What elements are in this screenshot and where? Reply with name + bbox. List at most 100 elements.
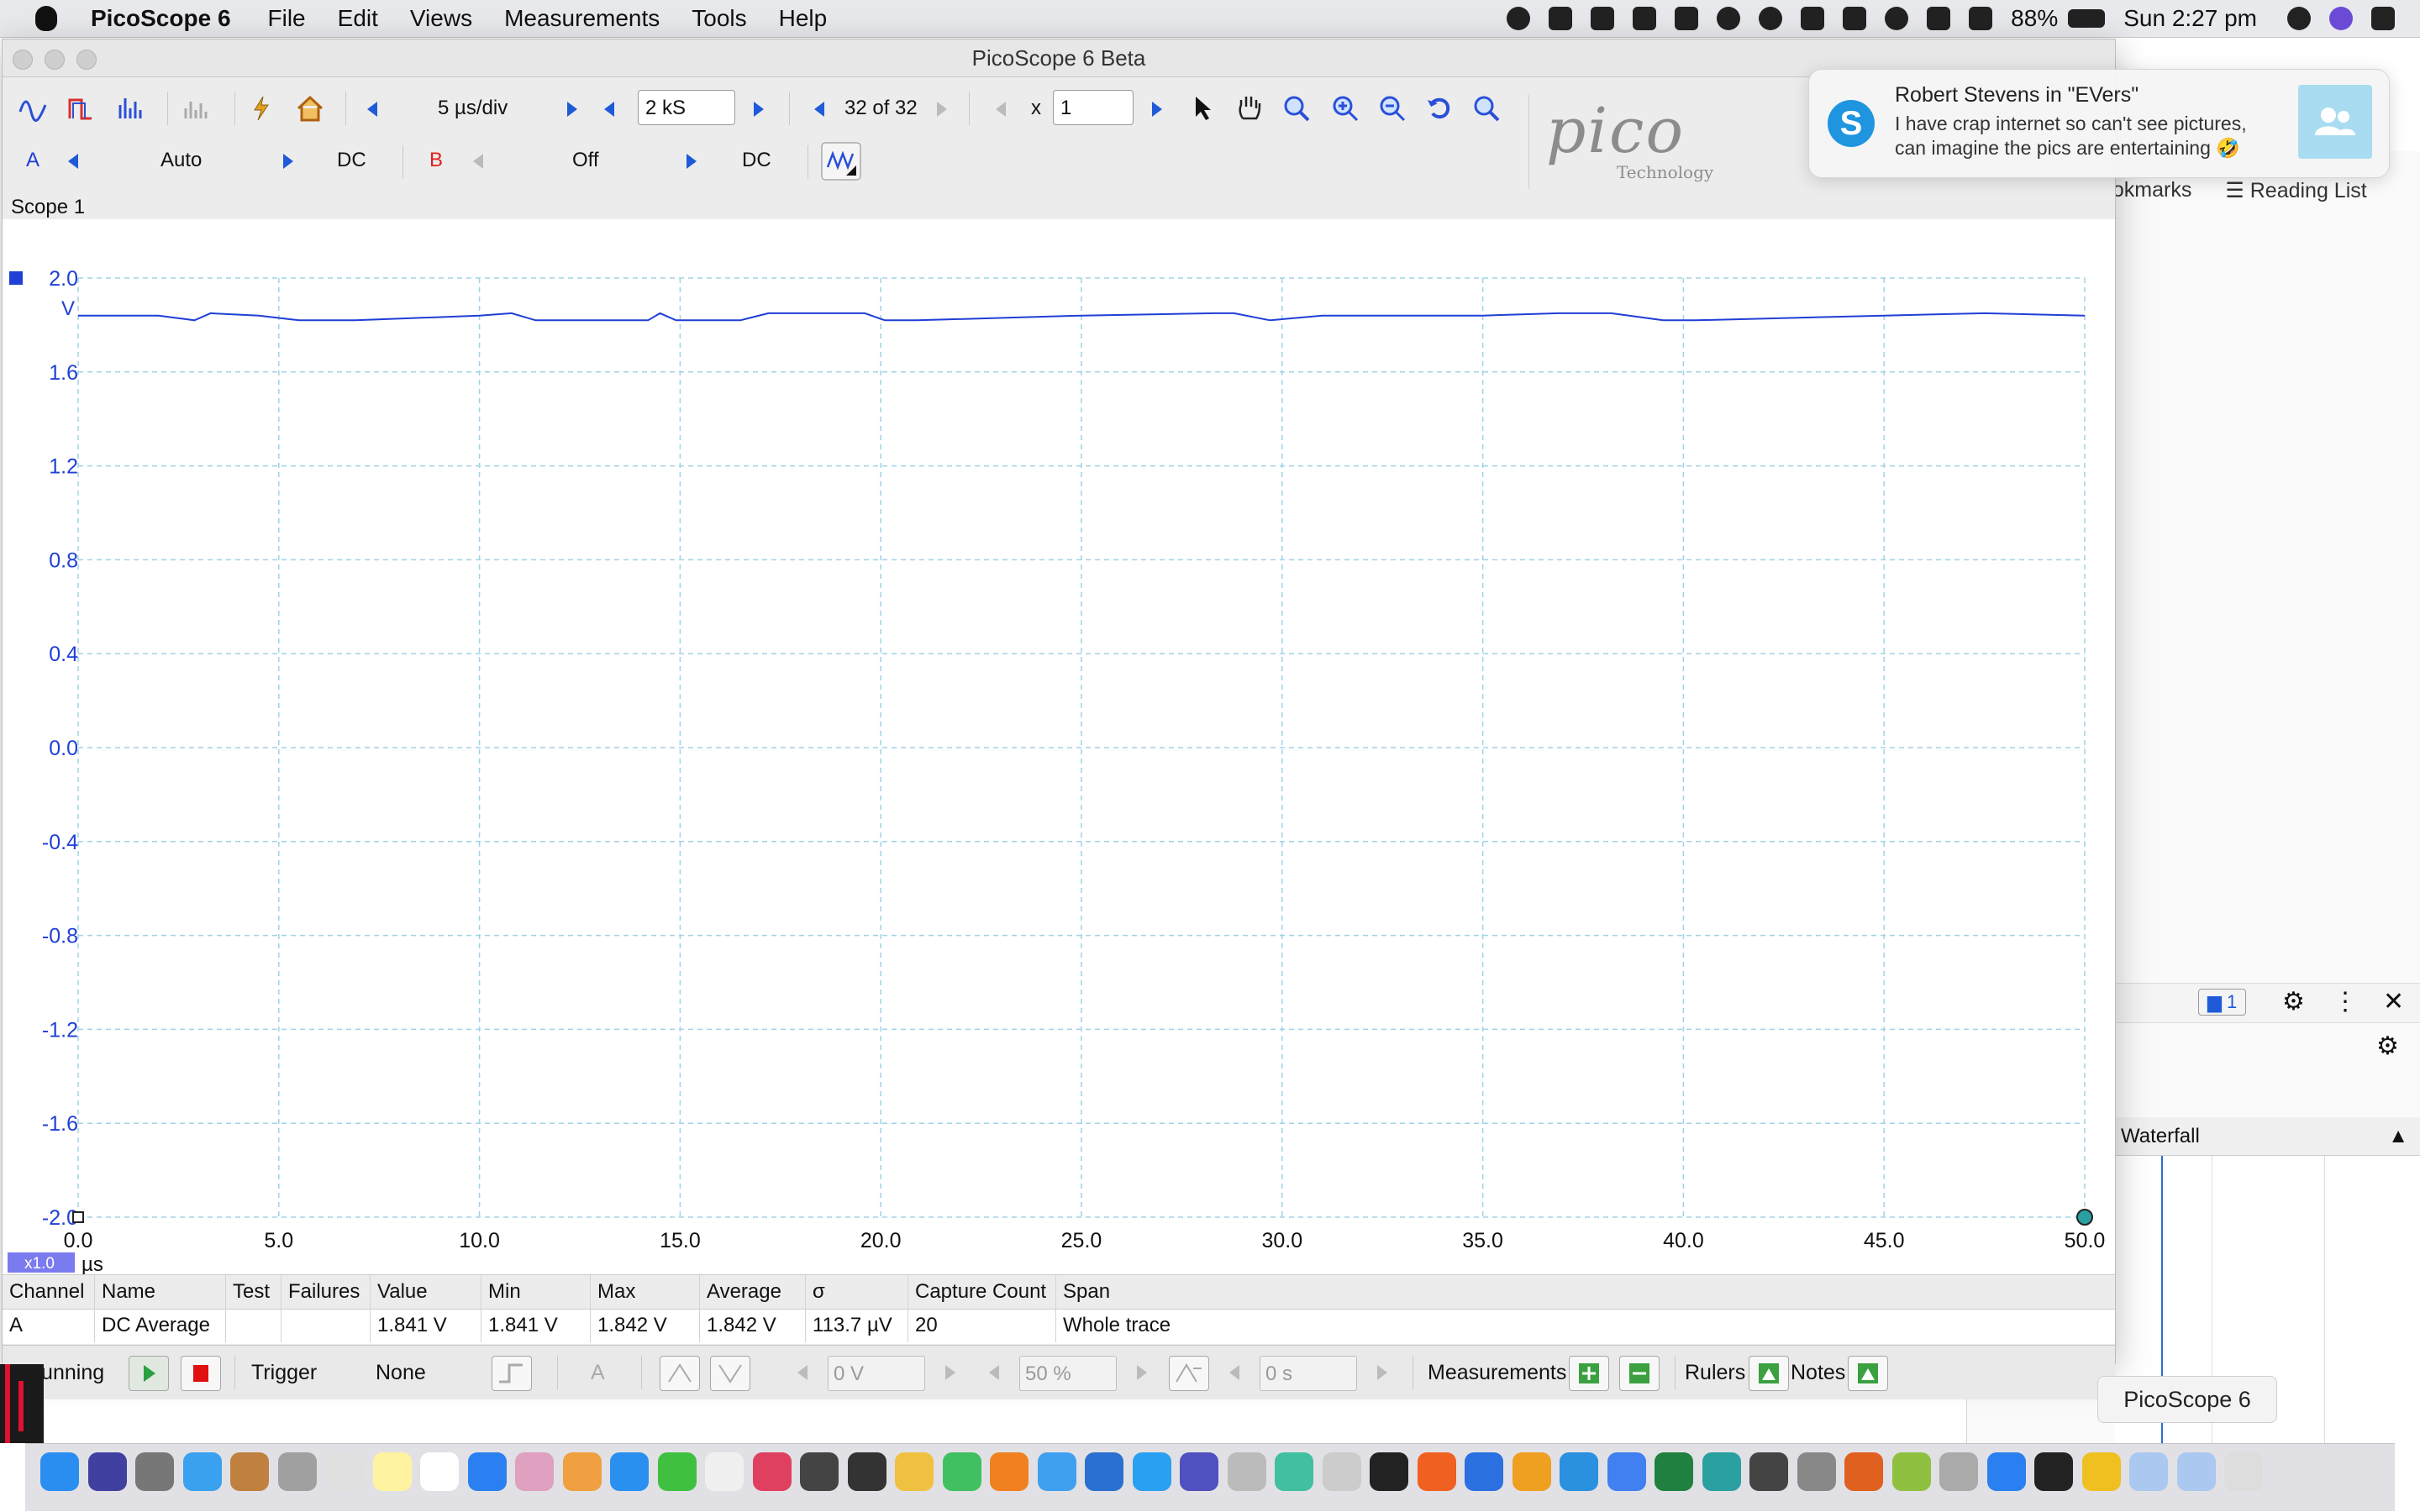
- pretrigger-input[interactable]: 50 %: [1019, 1356, 1117, 1391]
- right-ruler-handle[interactable]: [2076, 1209, 2093, 1226]
- channel-a-range-decrease[interactable]: [68, 154, 78, 169]
- threshold-decrease[interactable]: [797, 1365, 808, 1380]
- persistence-mode-icon[interactable]: [66, 93, 97, 123]
- add-measurement-button[interactable]: [1569, 1356, 1609, 1391]
- time-machine-icon[interactable]: [1885, 7, 1909, 30]
- channel-a-range[interactable]: Auto: [160, 145, 202, 176]
- zoom-window-button[interactable]: [76, 50, 97, 70]
- stickies-icon[interactable]: [895, 1452, 934, 1491]
- menu-tools[interactable]: Tools: [692, 5, 746, 32]
- hand-tool-icon[interactable]: [1234, 93, 1265, 123]
- delay-increase[interactable]: [1377, 1365, 1387, 1380]
- outlook-icon[interactable]: [1801, 7, 1825, 30]
- pointer-tool-icon[interactable]: [1189, 93, 1219, 123]
- timebase-decrease-button[interactable]: [367, 102, 377, 117]
- applications-folder-icon[interactable]: [2129, 1452, 2168, 1491]
- channel-b-range[interactable]: Off: [572, 145, 599, 176]
- pretrigger-increase[interactable]: [1137, 1365, 1147, 1380]
- android-studio-icon[interactable]: [1891, 1452, 1931, 1491]
- samples-decrease-button[interactable]: [604, 102, 614, 117]
- eagle-cad-icon[interactable]: [1844, 1452, 1883, 1491]
- buffer-next-button[interactable]: [937, 102, 947, 117]
- whatsapp-icon[interactable]: [942, 1452, 981, 1491]
- calendar-icon[interactable]: [325, 1452, 364, 1491]
- menu-views[interactable]: Views: [410, 5, 472, 32]
- news-icon[interactable]: [705, 1452, 744, 1491]
- stop-button[interactable]: [181, 1356, 221, 1391]
- zoom-increase-button[interactable]: [1152, 102, 1162, 117]
- xcode-icon[interactable]: [1986, 1452, 2026, 1491]
- reading-list-tab[interactable]: ☰ Reading List: [2225, 178, 2366, 203]
- downloads-folder-icon[interactable]: [2176, 1452, 2216, 1491]
- notes-book-icon[interactable]: [230, 1452, 269, 1491]
- skype-notification[interactable]: S Robert Stevens in "EVers" I have crap …: [1808, 69, 2390, 178]
- activity-monitor-icon[interactable]: [1370, 1452, 1408, 1491]
- header-max[interactable]: Max: [591, 1275, 700, 1309]
- calculator-icon[interactable]: [1797, 1452, 1836, 1491]
- battery-icon[interactable]: [2068, 9, 2106, 28]
- trigger-channel[interactable]: A: [591, 1346, 605, 1399]
- channel-a-label[interactable]: A: [26, 145, 39, 176]
- spotlight-search-icon[interactable]: [2287, 7, 2311, 30]
- header-channel[interactable]: Channel: [3, 1275, 95, 1309]
- delay-input[interactable]: 0 s: [1260, 1356, 1357, 1391]
- rising-edge-button[interactable]: [660, 1356, 700, 1391]
- menu-app-name[interactable]: PicoScope 6: [91, 5, 231, 32]
- launchpad-icon[interactable]: [135, 1452, 174, 1491]
- signal-icon[interactable]: [1465, 1452, 1503, 1491]
- samples-increase-button[interactable]: [754, 102, 764, 117]
- messages-icon[interactable]: [610, 1452, 649, 1491]
- music-icon[interactable]: [752, 1452, 792, 1491]
- home-icon[interactable]: [295, 93, 325, 123]
- rulers-button[interactable]: [1749, 1356, 1789, 1391]
- sketch-icon[interactable]: [1417, 1452, 1456, 1491]
- header-min[interactable]: Min: [481, 1275, 591, 1309]
- reminders-icon[interactable]: [420, 1452, 459, 1491]
- channel-b-coupling[interactable]: DC: [742, 145, 771, 176]
- probe-lightning-icon[interactable]: [246, 93, 276, 123]
- channel-a-coupling[interactable]: DC: [337, 145, 366, 176]
- menubar-clock[interactable]: Sun 2:27 pm: [2123, 5, 2257, 32]
- signal-generator-icon[interactable]: [821, 142, 861, 181]
- gear-icon[interactable]: ⚙: [2282, 987, 2305, 1016]
- apple-menu-icon[interactable]: [35, 6, 57, 31]
- zoom-select-icon[interactable]: [1281, 93, 1312, 123]
- preview-icon[interactable]: [277, 1452, 317, 1491]
- menu-measurements[interactable]: Measurements: [504, 5, 660, 32]
- status-app-icon[interactable]: [1507, 7, 1531, 30]
- docker-icon[interactable]: [1560, 1452, 1598, 1491]
- excel-icon[interactable]: [1655, 1452, 1693, 1491]
- elephant-icon[interactable]: [1675, 7, 1699, 30]
- chrome-icon[interactable]: [1037, 1452, 1076, 1491]
- header-failures[interactable]: Failures: [281, 1275, 371, 1309]
- siri-icon[interactable]: [2329, 7, 2353, 30]
- atom-icon[interactable]: [1275, 1452, 1313, 1491]
- trigger-advanced-button[interactable]: [492, 1356, 532, 1391]
- scope-mode-icon[interactable]: [18, 93, 48, 123]
- safari-icon[interactable]: [182, 1452, 222, 1491]
- trigger-mode[interactable]: None: [376, 1346, 426, 1399]
- header-test[interactable]: Test: [226, 1275, 281, 1309]
- timebase-increase-button[interactable]: [567, 102, 577, 117]
- spectrum-mode-icon[interactable]: [115, 93, 145, 123]
- undo-zoom-icon[interactable]: [1424, 93, 1455, 123]
- channel-b-label[interactable]: B: [429, 145, 443, 176]
- teams-icon[interactable]: [1180, 1452, 1218, 1491]
- finder-icon[interactable]: [40, 1452, 79, 1491]
- samples-input[interactable]: 2 kS: [638, 90, 735, 125]
- check-circle-icon[interactable]: [1759, 7, 1783, 30]
- terminal-icon[interactable]: [847, 1452, 886, 1491]
- more-icon[interactable]: ⋮: [2333, 987, 2358, 1016]
- zoom-decrease-button[interactable]: [996, 102, 1006, 117]
- facetime-icon[interactable]: [657, 1452, 697, 1491]
- script-editor-icon[interactable]: [1322, 1452, 1361, 1491]
- mail-icon[interactable]: [1607, 1452, 1646, 1491]
- app-store-icon[interactable]: [467, 1452, 507, 1491]
- trash-icon[interactable]: [2224, 1452, 2263, 1491]
- start-button[interactable]: [129, 1356, 169, 1391]
- fusion-icon[interactable]: [990, 1452, 1028, 1491]
- notification-center-icon[interactable]: [2371, 7, 2395, 30]
- oscilloscope-plot[interactable]: 0.0 5.0 10.0 15.0 20.0 25.0 30.0 35.0 40.0 45.0 50…: [3, 219, 2115, 1274]
- close-icon[interactable]: ✕: [2383, 987, 2404, 1016]
- header-value[interactable]: Value: [371, 1275, 481, 1309]
